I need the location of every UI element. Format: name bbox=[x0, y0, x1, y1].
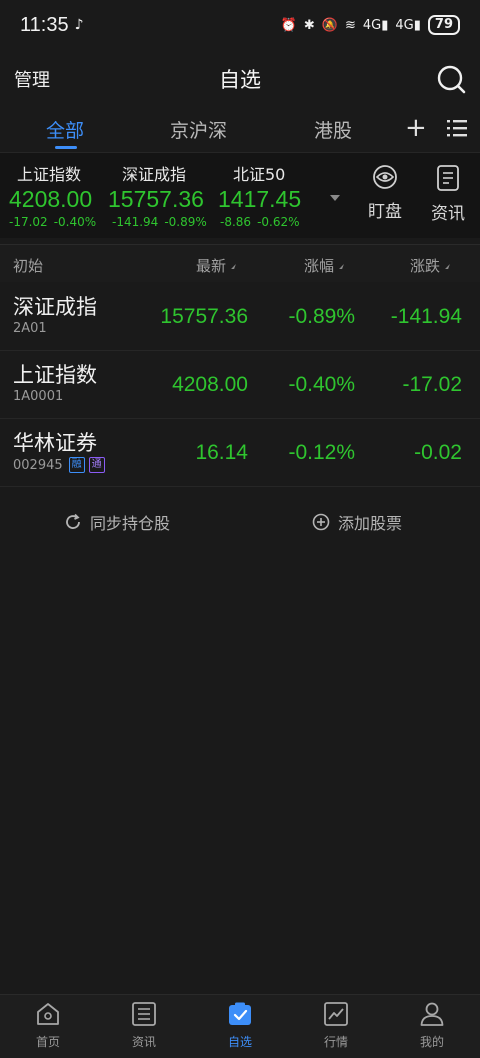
news-icon bbox=[132, 1002, 156, 1026]
bluetooth-icon: ✱ bbox=[303, 17, 315, 33]
add-circle-icon bbox=[312, 513, 330, 531]
index-bj50[interactable]: 北证50 1417.45 -8.86 -0.62% bbox=[218, 161, 301, 229]
index-sz[interactable]: 深证成指 15757.36 -141.94 -0.89% bbox=[108, 161, 207, 229]
index-name: 深证成指 bbox=[122, 165, 187, 184]
index-pct: -0.89% bbox=[164, 215, 207, 229]
stock-name: 深证成指 bbox=[13, 295, 97, 319]
last-price: 16.14 bbox=[195, 441, 248, 464]
manage-button[interactable]: 管理 bbox=[14, 66, 50, 92]
last-price: 15757.36 bbox=[160, 305, 248, 328]
column-chg-header[interactable]: 涨跌 bbox=[410, 255, 450, 276]
document-icon bbox=[437, 165, 459, 191]
stock-code: 1A0001 bbox=[13, 389, 64, 404]
index-pct: -0.40% bbox=[53, 215, 97, 229]
battery-indicator: 79 bbox=[427, 15, 460, 35]
tab-hk-stocks[interactable]: 港股 bbox=[314, 116, 352, 143]
column-last-header[interactable]: 最新 bbox=[196, 255, 236, 276]
news-label: 资讯 bbox=[431, 204, 465, 224]
sync-holdings-button[interactable]: 同步持仓股 bbox=[64, 510, 170, 534]
nav-news[interactable]: 资讯 bbox=[114, 1001, 174, 1050]
alarm-icon: ⏰ bbox=[280, 17, 297, 33]
index-pct: -0.62% bbox=[257, 215, 300, 229]
tab-a-shares[interactable]: 京沪深 bbox=[170, 116, 227, 143]
change-pct: -0.40% bbox=[288, 373, 355, 396]
table-row[interactable]: 深证成指 2A01 15757.36 -0.89% -141.94 bbox=[0, 283, 480, 351]
nav-home[interactable]: 首页 bbox=[18, 1001, 78, 1050]
status-icons: ⏰ ✱ 🔕 ≋ 4G▮ 4G▮ 79 bbox=[281, 15, 460, 35]
change-value: -141.94 bbox=[390, 305, 462, 328]
index-value: 4208.00 bbox=[9, 186, 93, 212]
tiktok-icon: ♪ bbox=[74, 17, 84, 33]
index-value: 15757.36 bbox=[108, 186, 204, 212]
news-button[interactable]: 资讯 bbox=[423, 165, 473, 224]
index-change: -8.86 bbox=[220, 215, 252, 229]
column-name-header[interactable]: 初始 bbox=[13, 255, 43, 276]
sort-icon bbox=[231, 264, 236, 269]
change-value: -17.02 bbox=[402, 373, 462, 396]
add-stock-button[interactable]: 添加股票 bbox=[312, 510, 402, 534]
nav-label: 首页 bbox=[35, 1035, 60, 1049]
market-icon bbox=[324, 1002, 348, 1026]
index-change: -17.02 bbox=[9, 215, 48, 229]
change-pct: -0.89% bbox=[288, 305, 355, 328]
table-row[interactable]: 华林证券 002945 融 通 16.14 -0.12% -0.02 bbox=[0, 419, 480, 487]
nav-label: 资讯 bbox=[131, 1035, 156, 1049]
stock-code: 002945 bbox=[13, 457, 63, 473]
wifi-icon: ≋ bbox=[344, 17, 356, 33]
tab-all[interactable]: 全部 bbox=[46, 116, 84, 143]
add-group-icon[interactable]: + bbox=[405, 115, 427, 141]
nav-label: 自选 bbox=[227, 1035, 252, 1049]
signal-icon-2: 4G▮ bbox=[395, 17, 421, 33]
watchlist-header: 初始 最新 涨幅 涨跌 bbox=[0, 244, 480, 282]
column-pct-header[interactable]: 涨幅 bbox=[304, 255, 344, 276]
add-stock-label: 添加股票 bbox=[338, 514, 403, 533]
home-icon bbox=[37, 1003, 59, 1025]
index-sh[interactable]: 上证指数 4208.00 -17.02 -0.40% bbox=[9, 161, 96, 229]
status-time: 11:35 bbox=[20, 13, 69, 36]
nav-watchlist[interactable]: 自选 bbox=[210, 1001, 270, 1050]
index-name: 北证50 bbox=[233, 165, 286, 184]
stock-name: 上证指数 bbox=[13, 363, 97, 387]
status-bar: 11:35 ♪ ⏰ ✱ 🔕 ≋ 4G▮ 4G▮ 79 bbox=[0, 0, 480, 50]
sort-icon bbox=[445, 264, 450, 269]
index-name: 上证指数 bbox=[17, 165, 82, 184]
active-tab-indicator bbox=[55, 146, 77, 149]
sort-icon bbox=[339, 264, 344, 269]
watch-label: 盯盘 bbox=[368, 202, 402, 222]
index-strip: 上证指数 4208.00 -17.02 -0.40% 深证成指 15757.36 … bbox=[0, 152, 480, 238]
nav-label: 我的 bbox=[419, 1035, 444, 1049]
watchlist-actions: 同步持仓股 添加股票 bbox=[0, 500, 480, 544]
index-value: 1417.45 bbox=[218, 186, 302, 212]
nav-market[interactable]: 行情 bbox=[306, 1001, 366, 1050]
bottom-nav: 首页 资讯 自选 行情 我的 bbox=[0, 994, 480, 1058]
margin-badge: 融 bbox=[68, 457, 85, 473]
eye-icon bbox=[373, 165, 397, 189]
watchlist-icon bbox=[229, 1002, 251, 1025]
table-row[interactable]: 上证指数 1A0001 4208.00 -0.40% -17.02 bbox=[0, 351, 480, 419]
mute-icon: 🔕 bbox=[321, 17, 338, 33]
connect-badge: 通 bbox=[88, 457, 105, 473]
page-title: 自选 bbox=[219, 68, 261, 92]
profile-icon bbox=[420, 1002, 444, 1026]
change-pct: -0.12% bbox=[288, 441, 355, 464]
search-icon[interactable] bbox=[436, 64, 466, 94]
market-tabs: 全部 京沪深 港股 + bbox=[0, 106, 480, 152]
top-nav-bar: 管理 自选 bbox=[0, 52, 480, 106]
refresh-icon bbox=[66, 513, 80, 529]
index-change: -141.94 bbox=[112, 215, 159, 229]
stock-code: 2A01 bbox=[13, 321, 47, 336]
signal-icon-1: 4G▮ bbox=[362, 17, 389, 33]
nav-profile[interactable]: 我的 bbox=[402, 1001, 462, 1050]
list-menu-icon[interactable] bbox=[447, 118, 467, 138]
last-price: 4208.00 bbox=[172, 373, 248, 396]
expand-indices-icon[interactable] bbox=[330, 195, 340, 201]
watch-button[interactable]: 盯盘 bbox=[360, 165, 410, 222]
stock-code-line: 002945 融 通 bbox=[13, 457, 105, 473]
nav-label: 行情 bbox=[323, 1035, 348, 1049]
stock-name: 华林证券 bbox=[13, 431, 97, 455]
sync-holdings-label: 同步持仓股 bbox=[90, 514, 171, 533]
change-value: -0.02 bbox=[414, 441, 462, 464]
